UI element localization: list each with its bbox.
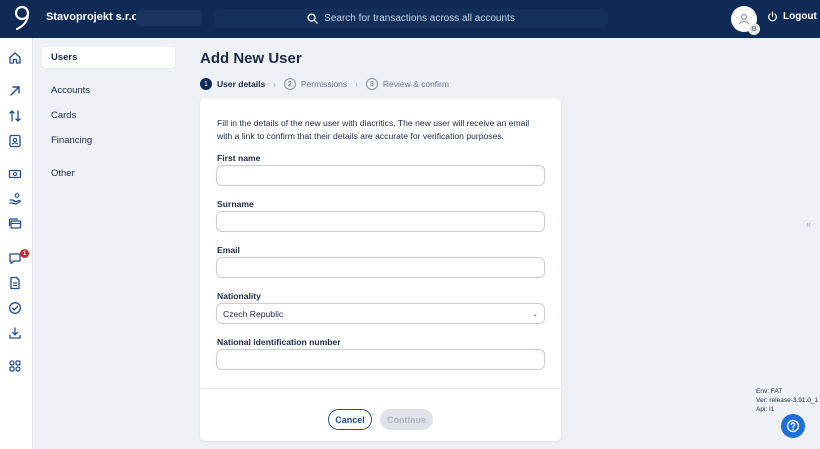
question-mark-icon [786, 419, 800, 433]
step-label: Permissions [300, 79, 348, 89]
nationality-select[interactable]: Czech Republic ⌄ [216, 303, 545, 324]
help-button[interactable] [781, 414, 805, 438]
env-label: Env: FAT [756, 388, 783, 395]
search-input[interactable]: Search for transactions across all accou… [214, 9, 608, 28]
surname-label: Surname [217, 199, 254, 209]
home-icon[interactable] [8, 51, 22, 65]
nationality-value: Czech Republic [223, 308, 284, 319]
settings-gear-icon: ⚙ [748, 23, 760, 35]
subnav-item-cards[interactable]: Cards [42, 105, 175, 126]
subnav-item-other[interactable]: Other [42, 163, 175, 184]
subnav-item-label: Users [51, 52, 78, 63]
subnav-item-financing[interactable]: Financing [42, 130, 175, 151]
subnav-item-label: Cards [51, 110, 77, 121]
search-placeholder: Search for transactions across all accou… [324, 13, 515, 24]
collapse-panel-icon[interactable]: « [806, 219, 811, 229]
arrow-up-right-icon[interactable] [8, 84, 22, 98]
contact-card-icon[interactable] [8, 134, 22, 148]
version-label: Ver: release-3.91.0_1 [756, 397, 819, 404]
email-field[interactable] [216, 257, 545, 278]
first-name-field[interactable] [216, 165, 545, 186]
secondary-nav: Users Accounts Cards Financing Other [34, 38, 182, 449]
subnav-item-users[interactable]: Users [42, 47, 175, 68]
search-icon [307, 13, 318, 24]
step-number: 3 [365, 78, 378, 90]
step-review-confirm: 3 Review & confirm [365, 78, 449, 90]
step-number: 2 [283, 78, 296, 90]
download-icon[interactable] [8, 326, 22, 340]
api-label: Api: I1 [756, 406, 775, 413]
logout-button[interactable]: Logout [767, 11, 817, 22]
user-icon [739, 14, 749, 25]
chat-unread-badge: 1 [20, 249, 29, 258]
add-user-form-card: Fill in the details of the new user with… [200, 98, 561, 441]
cards-stack-icon[interactable] [8, 217, 22, 231]
chevron-down-icon: ⌄ [532, 310, 538, 318]
national-id-label: National identification number [217, 337, 341, 347]
page-title: Add New User [200, 50, 302, 67]
nationality-label: Nationality [217, 291, 261, 301]
step-user-details: 1 User details [200, 78, 265, 90]
company-name: Stavoprojekt s.r.o. [46, 11, 142, 23]
continue-button[interactable]: Continue [380, 409, 433, 430]
document-icon[interactable] [8, 276, 22, 290]
power-icon [768, 11, 777, 22]
email-label: Email [217, 245, 240, 255]
top-bar: Stavoprojekt s.r.o. ⌄ Search for transac… [0, 0, 820, 38]
company-switcher-backdrop [136, 10, 202, 26]
form-intro-text: Fill in the details of the new user with… [217, 118, 530, 141]
chevron-right-icon: › [355, 79, 358, 89]
chevron-right-icon: › [273, 79, 276, 89]
form-divider [200, 388, 561, 389]
step-permissions: 2 Permissions [283, 78, 348, 90]
banknote-icon[interactable] [8, 167, 22, 181]
step-number: 1 [200, 78, 212, 90]
subnav-item-label: Financing [51, 135, 93, 146]
subnav-item-accounts[interactable]: Accounts [42, 80, 175, 101]
avatar[interactable]: ⚙ [731, 6, 760, 35]
transfer-arrows-icon[interactable] [8, 109, 22, 123]
hand-coins-icon[interactable] [8, 192, 22, 206]
logo-icon[interactable] [13, 5, 31, 31]
icon-rail: 1 [0, 38, 33, 449]
stepper: 1 User details › 2 Permissions › 3 Revie… [200, 78, 449, 90]
environment-info: Env: FAT Ver: release-3.91.0_1 Api: I1 [756, 387, 818, 414]
check-circle-icon[interactable] [8, 301, 22, 315]
subnav-item-label: Accounts [51, 85, 91, 96]
national-id-field[interactable] [216, 349, 545, 370]
step-label: Review & confirm [382, 79, 449, 89]
surname-field[interactable] [216, 211, 545, 232]
cancel-button[interactable]: Cancel [328, 409, 372, 430]
subnav-item-label: Other [51, 168, 75, 179]
apps-grid-icon[interactable] [8, 359, 22, 373]
first-name-label: First name [217, 153, 261, 163]
logout-label: Logout [783, 11, 817, 22]
step-label: User details [217, 79, 266, 89]
